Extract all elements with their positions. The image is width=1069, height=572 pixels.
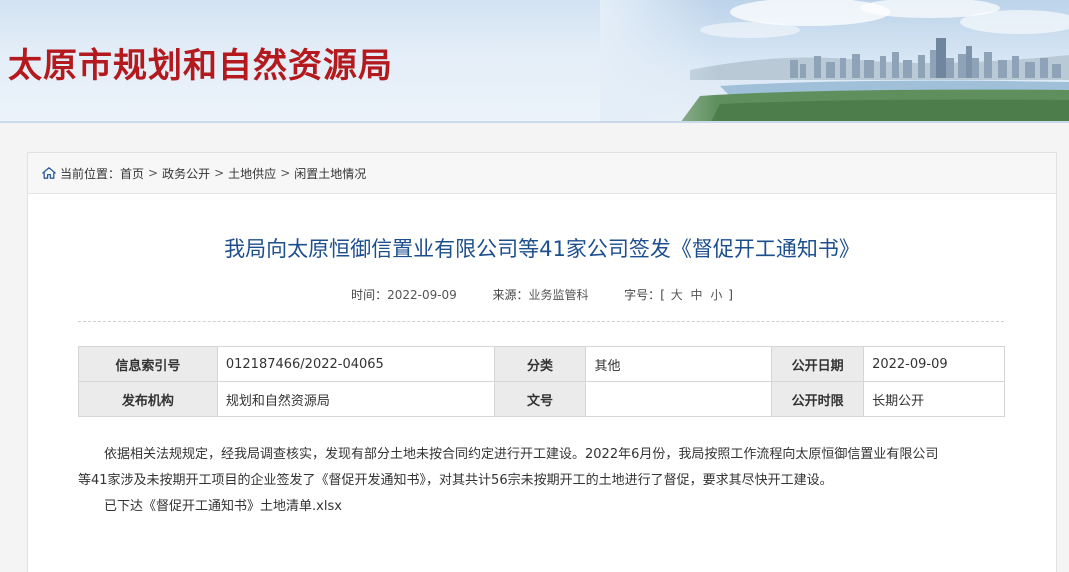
font-size-medium-button[interactable]: 中 bbox=[689, 288, 705, 302]
publishing-org-label: 发布机构 bbox=[78, 381, 218, 417]
breadcrumb-prefix: 当前位置： bbox=[60, 166, 121, 181]
body-paragraph-1: 依据相关法规规定，经我局调查核实，发现有部分土地未按合同约定进行开工建设。202… bbox=[78, 442, 1004, 494]
index-value: 012187466/2022-04065 bbox=[216, 346, 495, 382]
document-number-value bbox=[585, 381, 773, 417]
attachment-link[interactable]: 《督促开工通知书》土地清单.xlsx bbox=[143, 499, 342, 514]
disclosure-period-value: 长期公开 bbox=[863, 381, 1005, 417]
breadcrumb-item-idle-land[interactable]: 闲置土地情况 bbox=[294, 165, 366, 182]
meta-divider bbox=[78, 321, 1004, 322]
publish-date-label: 公开日期 bbox=[771, 346, 865, 382]
content-panel: 当前位置： 首页 > 政务公开 > 土地供应 > 闲置土地情况 我局向太原恒御信… bbox=[27, 152, 1057, 572]
font-size-bracket-open: [ bbox=[660, 288, 665, 302]
breadcrumb: 当前位置： 首页 > 政务公开 > 土地供应 > 闲置土地情况 bbox=[28, 153, 1056, 194]
info-table: 信息索引号 012187466/2022-04065 分类 其他 公开日期 20… bbox=[78, 346, 1005, 417]
font-size-large-button[interactable]: 大 bbox=[669, 288, 685, 302]
breadcrumb-item-government-affairs[interactable]: 政务公开 bbox=[162, 165, 210, 182]
index-label: 信息索引号 bbox=[78, 346, 218, 382]
disclosure-period-label: 公开时限 bbox=[771, 381, 865, 417]
banner-divider bbox=[0, 121, 1069, 123]
body-paragraph-2: 已下达《督促开工通知书》土地清单.xlsx bbox=[78, 494, 1004, 520]
time-value: 2022-09-09 bbox=[387, 288, 457, 302]
publishing-org-value: 规划和自然资源局 bbox=[216, 381, 495, 417]
category-value: 其他 bbox=[585, 346, 773, 382]
breadcrumb-separator: > bbox=[280, 166, 291, 180]
header-banner: 太原市规划和自然资源局 bbox=[0, 0, 1069, 123]
article-title: 我局向太原恒御信置业有限公司等41家公司签发《督促开工通知书》 bbox=[224, 237, 860, 261]
body-paragraph-2-prefix: 已下达 bbox=[104, 499, 144, 514]
table-row: 发布机构 规划和自然资源局 文号 公开时限 长期公开 bbox=[78, 381, 1005, 417]
home-icon bbox=[42, 167, 56, 179]
time-label: 时间： bbox=[351, 288, 388, 302]
breadcrumb-item-home[interactable]: 首页 bbox=[120, 165, 144, 182]
breadcrumb-item-land-supply[interactable]: 土地供应 bbox=[228, 165, 276, 182]
publish-date-value: 2022-09-09 bbox=[863, 346, 1005, 382]
font-size-bracket-close: ] bbox=[728, 288, 733, 302]
article-body: 依据相关法规规定，经我局调查核实，发现有部分土地未按合同约定进行开工建设。202… bbox=[78, 442, 1004, 520]
category-label: 分类 bbox=[493, 346, 587, 382]
font-size-small-button[interactable]: 小 bbox=[708, 288, 724, 302]
source-value: 业务监管科 bbox=[528, 288, 589, 302]
breadcrumb-separator: > bbox=[214, 166, 225, 180]
document-number-label: 文号 bbox=[493, 381, 587, 417]
site-title: 太原市规划和自然资源局 bbox=[8, 46, 393, 86]
city-skyline-image bbox=[600, 0, 1069, 123]
body-paragraph-1-line-2: 等41家涉及未按期开工项目的企业签发了《督促开发通知书》，对其共计56宗未按期开… bbox=[78, 473, 833, 488]
font-size-label: 字号： bbox=[624, 288, 661, 302]
article-meta: 时间：2022-09-09 来源：业务监管科 字号：[ 大 中 小 ] bbox=[28, 286, 1056, 303]
source-label: 来源： bbox=[492, 288, 529, 302]
table-row: 信息索引号 012187466/2022-04065 分类 其他 公开日期 20… bbox=[78, 346, 1005, 382]
breadcrumb-separator: > bbox=[148, 166, 159, 180]
body-paragraph-1-line-1: 依据相关法规规定，经我局调查核实，发现有部分土地未按合同约定进行开工建设。202… bbox=[104, 447, 939, 462]
